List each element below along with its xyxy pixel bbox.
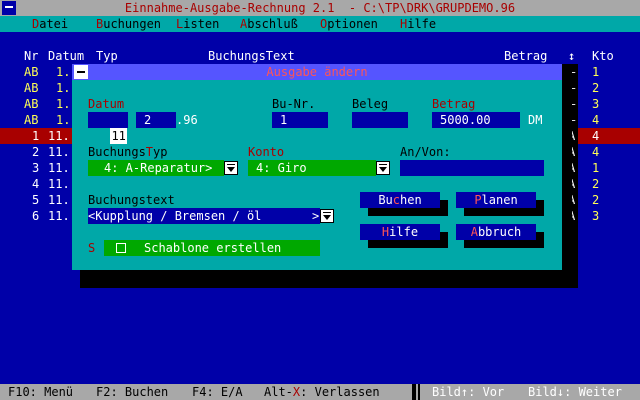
table-row-kto[interactable]: 2 <box>592 192 599 208</box>
table-row-datum[interactable]: 1. <box>56 64 70 80</box>
label-betrag: Betrag <box>432 97 476 111</box>
table-row-nr[interactable]: 1 <box>32 128 39 144</box>
buchungstyp-dropdown-icon[interactable] <box>224 161 238 175</box>
dialog-title: Ausgabe ändern <box>72 64 562 80</box>
status-alt-x-exit[interactable]: Alt-X: Verlassen <box>264 384 380 400</box>
date-day-field[interactable]: 11 <box>88 112 128 144</box>
schablone-checkbox[interactable] <box>116 243 126 253</box>
bunr-field[interactable]: 1 <box>272 112 328 128</box>
col-header-nr[interactable]: Nr <box>24 48 38 64</box>
date-year: .96 <box>176 113 198 127</box>
table-row-datum[interactable]: 1. <box>56 112 70 128</box>
label-anvon: An/Von: <box>400 145 451 159</box>
list-shadow-bottom <box>80 272 578 288</box>
status-f4-ea[interactable]: F4: E/A <box>192 384 243 400</box>
buchen-button[interactable]: Buchen <box>360 192 440 208</box>
currency-label: DM <box>528 113 543 127</box>
table-row-kto[interactable]: 2 <box>592 176 599 192</box>
table-row-nr[interactable]: AB <box>24 96 38 112</box>
menu-datei[interactable]: Datei <box>32 16 68 32</box>
konto-select[interactable]: 4: Giro <box>248 160 376 176</box>
buchungstyp-select[interactable]: 4: A-Reparatur> <box>88 160 224 176</box>
table-row-datum[interactable]: 11. <box>48 192 70 208</box>
table-row-nr[interactable]: 2 <box>32 144 39 160</box>
abbruch-button[interactable]: Abbruch <box>456 224 536 240</box>
betrag-field[interactable]: 5000.00 <box>432 112 520 128</box>
table-row-nr[interactable]: 3 <box>32 160 39 176</box>
label-buchungstyp: BuchungsTyp <box>88 145 168 159</box>
table-row-datum[interactable]: 1. <box>56 80 70 96</box>
label-buchungstext: Buchungstext <box>88 193 175 207</box>
col-header-typ[interactable]: Typ <box>96 48 118 64</box>
beleg-field[interactable] <box>352 112 408 128</box>
table-row-nr[interactable]: 6 <box>32 208 39 224</box>
table-row-kto[interactable]: 2 <box>592 80 599 96</box>
schablone-label[interactable]: Schablone erstellen <box>144 240 281 256</box>
status-f2-buchen[interactable]: F2: Buchen <box>96 384 168 400</box>
checkbox-hotkey: S <box>88 241 96 255</box>
menu-buchungen[interactable]: Buchungen <box>96 16 161 32</box>
sort-arrows-icon[interactable]: ↕ <box>568 48 575 64</box>
menu-hilfe[interactable]: Hilfe <box>400 16 436 32</box>
table-row-nr[interactable]: 5 <box>32 192 39 208</box>
buchungstext-dropdown-icon[interactable] <box>320 209 334 223</box>
label-konto: Konto <box>248 145 285 159</box>
status-page-down[interactable]: Bild↓: Weiter <box>528 384 622 400</box>
table-row-datum[interactable]: 11. <box>48 208 70 224</box>
anvon-field[interactable] <box>400 160 544 176</box>
konto-dropdown-icon[interactable] <box>376 161 390 175</box>
label-bunr: Bu-Nr. <box>272 97 316 111</box>
table-row-kto[interactable]: 4 <box>592 128 599 144</box>
table-row-kto[interactable]: 4 <box>592 144 599 160</box>
label-beleg: Beleg <box>352 97 389 111</box>
col-header-betrag[interactable]: Betrag <box>504 48 547 64</box>
date-month-field[interactable]: 2 <box>136 112 176 128</box>
table-row-datum[interactable]: 11. <box>48 144 70 160</box>
label-datum: Datum <box>88 97 125 111</box>
col-header-buchungstext[interactable]: BuchungsText <box>208 48 295 64</box>
status-divider <box>412 384 416 400</box>
table-row-datum[interactable]: 1. <box>56 96 70 112</box>
table-row-kto[interactable]: 4 <box>592 112 599 128</box>
table-row-nr[interactable]: AB <box>24 112 38 128</box>
col-header-datum[interactable]: Datum <box>48 48 84 64</box>
window-title: Einnahme-Ausgabe-Rechnung 2.1 - C:\TP\DR… <box>124 1 516 15</box>
menu-optionen[interactable]: Optionen <box>320 16 378 32</box>
table-row-kto[interactable]: 1 <box>592 160 599 176</box>
planen-button[interactable]: Planen <box>456 192 536 208</box>
status-page-up[interactable]: Bild↑: Vor <box>432 384 504 400</box>
menu-abschluss[interactable]: Abschluß <box>240 16 298 32</box>
table-row-kto[interactable]: 3 <box>592 96 599 112</box>
status-divider <box>418 384 420 400</box>
table-row-nr[interactable]: 4 <box>32 176 39 192</box>
menu-listen[interactable]: Listen <box>176 16 219 32</box>
table-row-datum[interactable]: 11. <box>48 176 70 192</box>
scroll-right-marker: > <box>312 209 320 223</box>
hilfe-button[interactable]: Hilfe <box>360 224 440 240</box>
col-header-kto[interactable]: Kto <box>592 48 614 64</box>
table-row-nr[interactable]: AB <box>24 64 38 80</box>
table-row-kto[interactable]: 1 <box>592 64 599 80</box>
status-f10-menu[interactable]: F10: Menü <box>8 384 73 400</box>
buchungstext-field[interactable]: <Kupplung / Bremsen / öl <box>88 208 320 224</box>
table-row-kto[interactable]: 3 <box>592 208 599 224</box>
table-row-nr[interactable]: AB <box>24 80 38 96</box>
dialog-close-icon[interactable] <box>74 65 88 79</box>
table-row-datum[interactable]: 11. <box>48 160 70 176</box>
table-row-datum[interactable]: 11. <box>48 128 70 144</box>
